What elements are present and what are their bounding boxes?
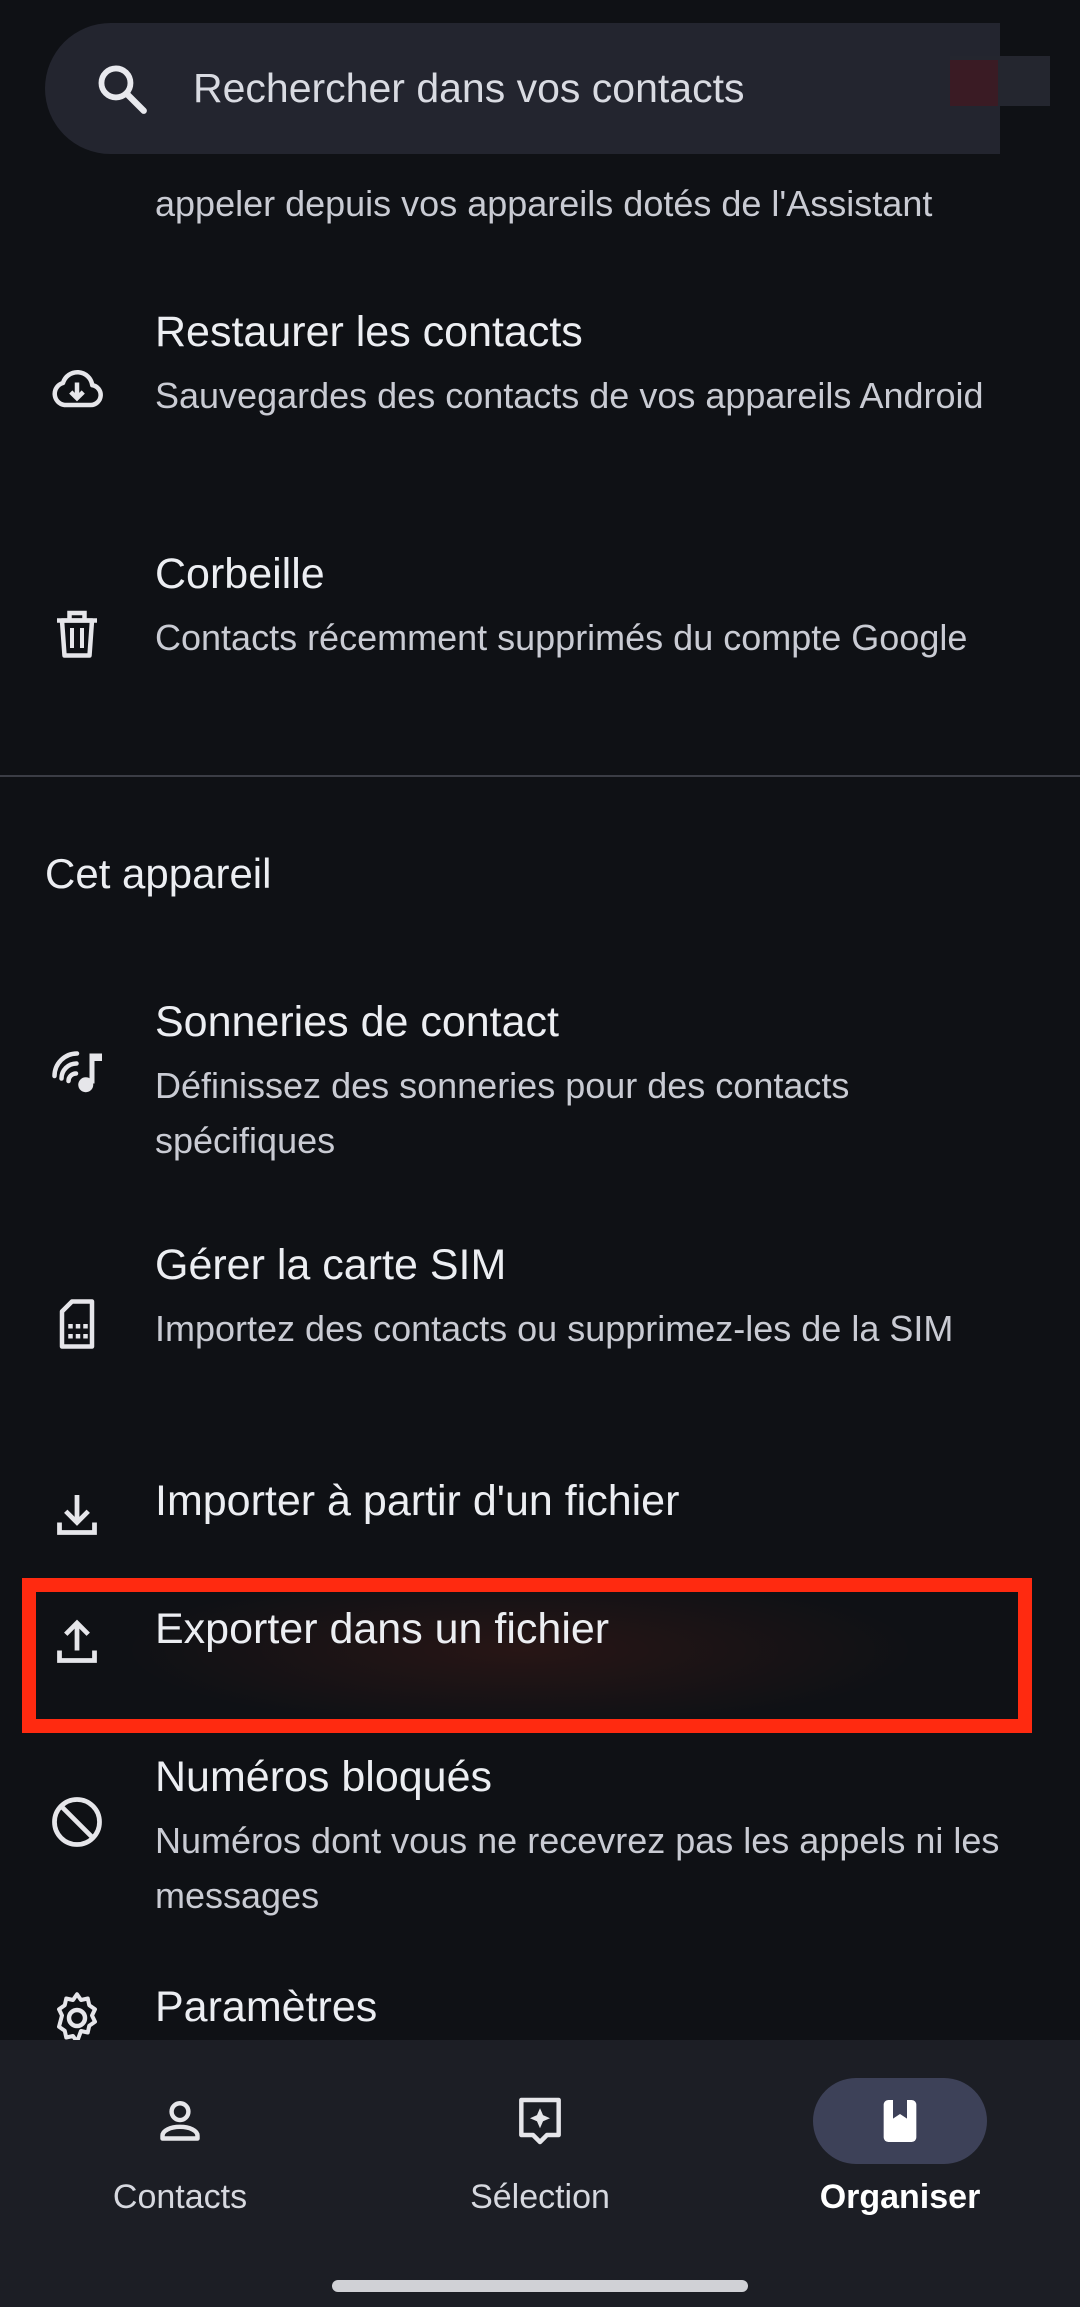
person-icon (93, 2078, 267, 2164)
restore-contacts-title: Restaurer les contacts (155, 308, 583, 356)
organize-screen: appeler depuis vos appareils dotés de l'… (0, 0, 1080, 2307)
export-to-file-item[interactable]: Exporter dans un fichier (0, 1593, 1080, 1693)
blocked-numbers-item[interactable]: Numéros bloqués Numéros dont vous ne rec… (0, 1745, 1080, 1935)
search-icon (93, 60, 151, 118)
settings-title: Paramètres (155, 1983, 378, 2031)
section-heading-device: Cet appareil (45, 850, 272, 897)
nav-tab-selection[interactable]: Sélection (360, 2040, 720, 2240)
search-placeholder: Rechercher dans vos contacts (193, 65, 745, 111)
settings-item[interactable]: Paramètres (0, 1983, 1080, 2040)
nav-label-selection: Sélection (470, 2178, 610, 2216)
blocked-numbers-title: Numéros bloqués (155, 1753, 493, 1801)
trash-title: Corbeille (155, 550, 325, 598)
trash-item[interactable]: Corbeille Contacts récemment supprimés d… (0, 542, 1080, 732)
nav-tab-organize[interactable]: Organiser (720, 2040, 1080, 2240)
restore-contacts-subtitle: Sauvegardes des contacts de vos appareil… (155, 375, 984, 416)
contact-ringtones-title: Sonneries de contact (155, 998, 559, 1046)
assistant-item-subtitle: appeler depuis vos appareils dotés de l'… (155, 183, 933, 224)
home-indicator[interactable] (332, 2280, 748, 2292)
highlights-icon (453, 2078, 627, 2164)
bottom-navigation: Contacts Sélection Organiser (0, 2040, 1080, 2307)
search-bar[interactable]: Rechercher dans vos contacts (45, 23, 1000, 154)
nav-label-organize: Organiser (819, 2178, 981, 2216)
nav-label-contacts: Contacts (112, 2178, 248, 2216)
section-divider (0, 775, 1080, 777)
cloud-download-icon (42, 355, 112, 425)
block-icon (42, 1787, 112, 1857)
contact-ringtones-subtitle: Définissez des sonneries pour des contac… (155, 1065, 850, 1161)
manage-sim-item[interactable]: Gérer la carte SIM Importez des contacts… (0, 1233, 1080, 1423)
import-icon (42, 1480, 112, 1550)
trash-icon (42, 598, 112, 668)
trash-subtitle: Contacts récemment supprimés du compte G… (155, 617, 968, 658)
blocked-numbers-subtitle: Numéros dont vous ne recevrez pas les ap… (155, 1820, 1000, 1916)
search-bar-edge (950, 56, 1050, 106)
gear-icon (42, 1983, 112, 2040)
ringtone-icon (42, 1036, 112, 1106)
bookmark-book-icon (813, 2078, 987, 2164)
contact-ringtones-item[interactable]: Sonneries de contact Définissez des sonn… (0, 990, 1080, 1180)
import-from-file-title: Importer à partir d'un fichier (155, 1477, 680, 1525)
sim-card-icon (42, 1289, 112, 1359)
manage-sim-subtitle: Importez des contacts ou supprimez-les d… (155, 1308, 954, 1349)
restore-contacts-item[interactable]: Restaurer les contacts Sauvegardes des c… (0, 300, 1080, 490)
import-from-file-item[interactable]: Importer à partir d'un fichier (0, 1465, 1080, 1565)
export-to-file-title: Exporter dans un fichier (155, 1605, 610, 1653)
nav-tab-contacts[interactable]: Contacts (0, 2040, 360, 2240)
manage-sim-title: Gérer la carte SIM (155, 1241, 507, 1289)
export-icon (42, 1608, 112, 1678)
